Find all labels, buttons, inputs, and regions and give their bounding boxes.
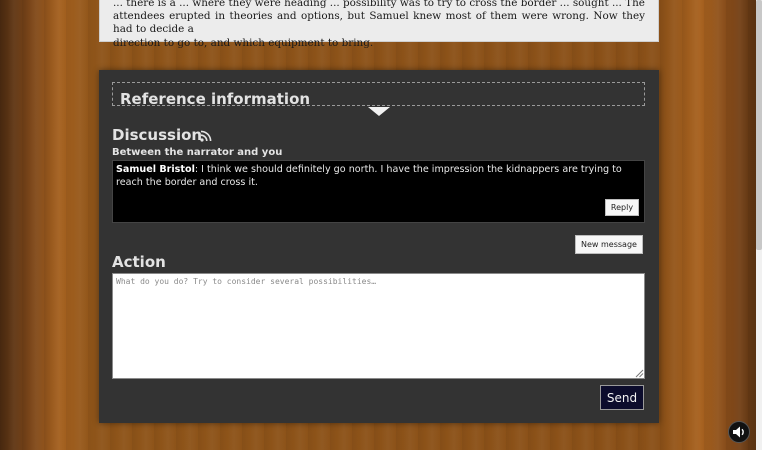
resize-grip-icon[interactable] xyxy=(635,369,644,378)
message-author: Samuel Bristol xyxy=(116,164,195,175)
discussion-message: Samuel Bristol: I think we should defini… xyxy=(112,160,645,223)
story-line: ... there is a ... where they were headi… xyxy=(113,0,645,9)
rss-icon[interactable] xyxy=(200,130,212,142)
discussion-title: Discussion xyxy=(112,126,203,144)
story-text-box: ... there is a ... where they were headi… xyxy=(99,0,659,49)
action-input[interactable] xyxy=(112,273,645,379)
story-line: attendees erupted in theories and option… xyxy=(113,10,645,36)
page-scrollbar[interactable] xyxy=(756,0,762,450)
reference-title: Reference information xyxy=(120,90,311,108)
message-body: Samuel Bristol: I think we should defini… xyxy=(116,164,636,190)
action-title: Action xyxy=(112,253,166,271)
discussion-subtitle: Between the narrator and you xyxy=(112,147,283,158)
reference-information-toggle[interactable]: Reference information xyxy=(112,82,645,108)
interaction-panel: Reference information Discussion Between… xyxy=(99,70,659,423)
speaker-glyph xyxy=(733,426,744,438)
reply-button[interactable]: Reply xyxy=(605,199,639,216)
story-line: direction to go to, and which equipment … xyxy=(113,36,374,49)
triangle-down-icon[interactable] xyxy=(368,107,390,116)
new-message-button[interactable]: New message xyxy=(575,235,643,254)
scrollbar-thumb[interactable] xyxy=(756,0,762,250)
send-button[interactable]: Send xyxy=(600,385,644,410)
speaker-icon[interactable] xyxy=(728,421,750,443)
